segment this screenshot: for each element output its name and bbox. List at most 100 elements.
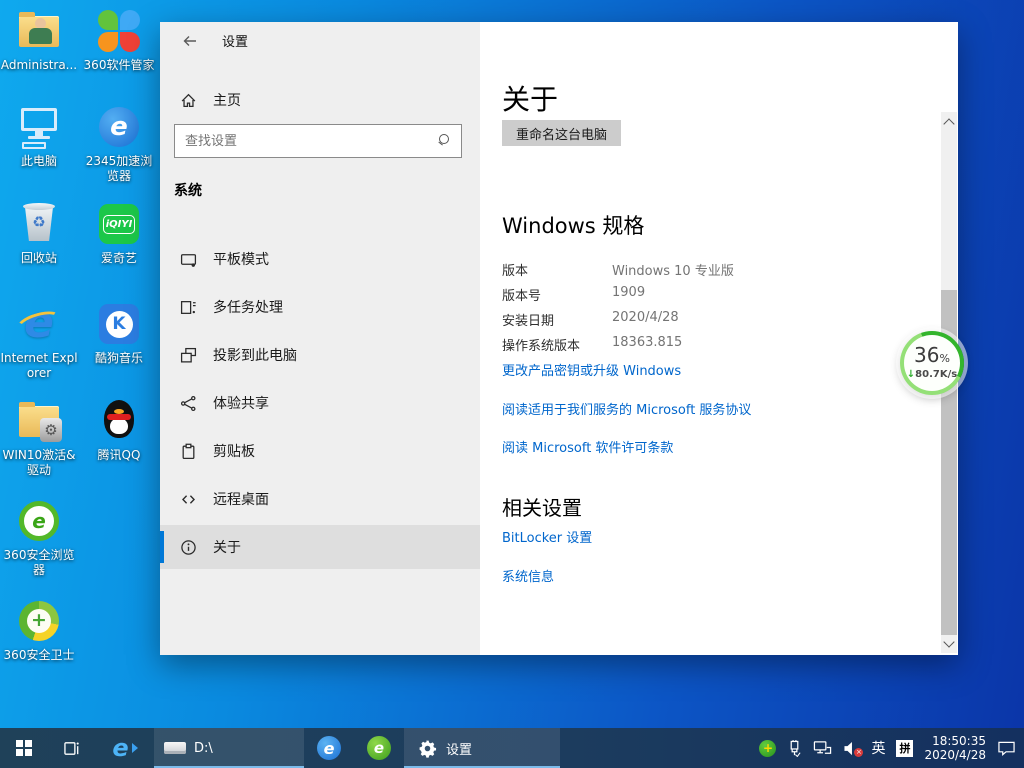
explorer-window-label: D:\ bbox=[194, 741, 213, 756]
tablet-mode-icon bbox=[180, 251, 197, 268]
back-button[interactable] bbox=[170, 26, 210, 56]
taskbar-settings-button[interactable]: 设置 bbox=[404, 728, 560, 768]
ime-mode-indicator[interactable]: 拼 bbox=[896, 740, 913, 757]
spec-label: 版本 bbox=[502, 260, 612, 279]
read-license-terms-link[interactable]: 阅读 Microsoft 软件许可条款 bbox=[502, 437, 673, 456]
desktop-icon-360-browser[interactable]: e 360安全浏览器 bbox=[0, 498, 78, 578]
desktop-icon-label: 回收站 bbox=[0, 251, 78, 266]
sidebar-item-shared-experiences[interactable]: 体验共享 bbox=[160, 381, 480, 425]
spec-value: Windows 10 专业版 bbox=[612, 260, 734, 279]
tray-network-icon[interactable] bbox=[813, 740, 832, 756]
2345-browser-icon: e bbox=[317, 736, 341, 760]
kugou-music-icon: K bbox=[96, 301, 142, 347]
spec-row: 操作系统版本 18363.815 bbox=[502, 335, 922, 354]
desktop-icon-label: 2345加速浏览器 bbox=[80, 154, 158, 184]
sidebar-item-home[interactable]: 主页 bbox=[160, 80, 480, 120]
remote-desktop-icon bbox=[180, 491, 197, 508]
projecting-icon bbox=[180, 347, 197, 364]
iqiyi-icon: iQIYI bbox=[96, 201, 142, 247]
start-button[interactable] bbox=[0, 728, 48, 768]
mute-badge-icon: × bbox=[854, 748, 863, 757]
sidebar-item-multitasking[interactable]: 多任务处理 bbox=[160, 285, 480, 329]
desktop-icon-label: 腾讯QQ bbox=[80, 448, 158, 463]
system-info-link[interactable]: 系统信息 bbox=[502, 566, 554, 585]
rename-pc-button[interactable]: 重命名这台电脑 bbox=[502, 120, 621, 146]
sidebar-item-label: 主页 bbox=[213, 90, 241, 110]
sidebar-item-label: 平板模式 bbox=[213, 249, 269, 269]
desktop-icon-iqiyi[interactable]: iQIYI 爱奇艺 bbox=[80, 201, 158, 266]
content-scroll-up[interactable] bbox=[945, 120, 953, 128]
taskbar-360-browser-button[interactable]: e bbox=[354, 728, 404, 768]
spec-row: 安装日期 2020/4/28 bbox=[502, 310, 922, 329]
desktop-icon-label: Administra... bbox=[0, 58, 78, 73]
task-view-button[interactable] bbox=[48, 728, 96, 768]
sidebar-item-clipboard[interactable]: 剪贴板 bbox=[160, 429, 480, 473]
desktop-icon-label: 酷狗音乐 bbox=[80, 351, 158, 366]
ime-language-indicator[interactable]: 英 bbox=[871, 738, 885, 758]
spec-label: 安装日期 bbox=[502, 310, 612, 329]
this-pc-icon bbox=[16, 104, 62, 150]
recycle-bin-icon: ♻ bbox=[16, 201, 62, 247]
desktop-icon-administrator[interactable]: Administra... bbox=[0, 8, 78, 73]
desktop-icon-label: 360软件管家 bbox=[80, 58, 158, 73]
settings-search-box[interactable] bbox=[174, 124, 462, 158]
sidebar-item-label: 剪贴板 bbox=[213, 441, 255, 461]
search-icon[interactable] bbox=[437, 134, 451, 148]
tray-360-safe-icon[interactable]: + bbox=[759, 740, 776, 757]
spec-label: 版本号 bbox=[502, 285, 612, 304]
spec-label: 操作系统版本 bbox=[502, 335, 612, 354]
tray-usb-icon[interactable] bbox=[787, 740, 802, 757]
desktop-icon-win10-activate[interactable]: ⚙ WIN10激活&驱动 bbox=[0, 398, 78, 478]
spec-value: 2020/4/28 bbox=[612, 310, 679, 329]
clipboard-icon bbox=[180, 443, 197, 460]
desktop-icon-kugou-music[interactable]: K 酷狗音乐 bbox=[80, 301, 158, 366]
sidebar-item-about[interactable]: 关于 bbox=[160, 525, 480, 569]
search-input[interactable] bbox=[185, 134, 437, 149]
sidebar-item-remote-desktop[interactable]: 远程桌面 bbox=[160, 477, 480, 521]
taskbar-ie-button[interactable]: e bbox=[96, 728, 154, 768]
read-services-agreement-link[interactable]: 阅读适用于我们服务的 Microsoft 服务协议 bbox=[502, 399, 751, 418]
sidebar-item-label: 体验共享 bbox=[213, 393, 269, 413]
360-speed-ball-widget[interactable]: 36% ↓80.7K/s bbox=[897, 328, 967, 398]
tray-volume-muted-icon[interactable]: × bbox=[843, 741, 860, 756]
desktop-icon-2345-browser[interactable]: e 2345加速浏览器 bbox=[80, 104, 158, 184]
about-page: 关于 重命名这台电脑 Windows 规格 版本 Windows 10 专业版 … bbox=[480, 22, 958, 655]
desktop-icon-this-pc[interactable]: 此电脑 bbox=[0, 104, 78, 169]
sidebar-item-projecting[interactable]: 投影到此电脑 bbox=[160, 333, 480, 377]
taskbar: e D:\ e e 设置 + × bbox=[0, 728, 1024, 768]
windows-logo-icon bbox=[16, 740, 32, 756]
content-scroll-down[interactable] bbox=[945, 638, 953, 646]
action-center-button[interactable] bbox=[997, 740, 1016, 757]
360-safe-icon: + bbox=[16, 598, 62, 644]
spec-row: 版本 Windows 10 专业版 bbox=[502, 260, 922, 279]
desktop-icon-360-software-manager[interactable]: 360软件管家 bbox=[80, 8, 158, 73]
360-software-manager-icon bbox=[96, 8, 142, 54]
desktop-icon-internet-explorer[interactable]: e Internet Explorer bbox=[0, 301, 78, 381]
tencent-qq-icon bbox=[96, 398, 142, 444]
desktop-icon-label: 此电脑 bbox=[0, 154, 78, 169]
bitlocker-settings-link[interactable]: BitLocker 设置 bbox=[502, 527, 592, 546]
desktop-icon-label: 爱奇艺 bbox=[80, 251, 158, 266]
desktop-icon-recycle-bin[interactable]: ♻ 回收站 bbox=[0, 201, 78, 266]
spec-value: 18363.815 bbox=[612, 335, 682, 354]
settings-gear-icon bbox=[418, 739, 437, 758]
drive-icon bbox=[164, 742, 186, 754]
desktop-icon-label: WIN10激活&驱动 bbox=[0, 448, 78, 478]
sidebar-section-title: 系统 bbox=[174, 180, 202, 200]
sidebar-item-label: 多任务处理 bbox=[213, 297, 283, 317]
windows-spec-title: Windows 规格 bbox=[502, 210, 644, 240]
page-title: 关于 bbox=[502, 78, 558, 118]
system-tray: + × 英 拼 18:50:35 2020/4/28 bbox=[759, 728, 1024, 768]
desktop-icon-label: 360安全卫士 bbox=[0, 648, 78, 663]
sidebar-item-tablet-mode[interactable]: 平板模式 bbox=[160, 237, 480, 281]
back-arrow-icon bbox=[181, 33, 199, 49]
taskbar-explorer-button[interactable]: D:\ bbox=[154, 728, 304, 768]
sidebar-item-label: 关于 bbox=[213, 537, 241, 557]
change-product-key-link[interactable]: 更改产品密钥或升级 Windows bbox=[502, 360, 681, 379]
desktop-icon-360-safe[interactable]: + 360安全卫士 bbox=[0, 598, 78, 663]
taskbar-2345-browser-button[interactable]: e bbox=[304, 728, 354, 768]
taskbar-clock[interactable]: 18:50:35 2020/4/28 bbox=[924, 734, 986, 762]
desktop-icon-tencent-qq[interactable]: 腾讯QQ bbox=[80, 398, 158, 463]
action-center-icon bbox=[997, 740, 1016, 757]
spec-value: 1909 bbox=[612, 285, 645, 304]
